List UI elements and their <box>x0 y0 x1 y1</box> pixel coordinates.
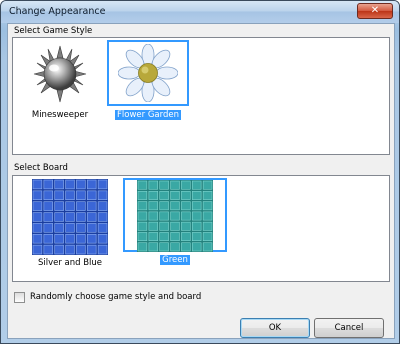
close-icon: ✕ <box>370 5 380 16</box>
dialog-body: Select Game Style Minesweeper Flower Gar… <box>7 23 395 339</box>
board-name: Silver and Blue <box>37 258 103 268</box>
game-style-flower-garden[interactable]: Flower Garden <box>109 44 187 124</box>
random-checkbox-label[interactable]: Randomly choose game style and board <box>30 292 201 302</box>
game-style-label: Select Game Style <box>14 26 93 36</box>
board-label: Select Board <box>14 163 68 173</box>
board-silver-and-blue[interactable]: Silver and Blue <box>27 179 113 269</box>
ok-button[interactable]: OK <box>240 318 310 338</box>
game-style-list: Minesweeper Flower Garden <box>12 37 390 155</box>
green-board-icon <box>137 180 213 252</box>
blue-board-icon <box>32 179 108 255</box>
random-checkbox[interactable] <box>14 292 25 303</box>
game-style-name: Minesweeper <box>31 110 89 120</box>
close-button[interactable]: ✕ <box>357 3 393 19</box>
cancel-button[interactable]: Cancel <box>314 318 384 338</box>
board-green[interactable]: Green <box>125 180 225 270</box>
board-list: Silver and Blue Green <box>12 175 390 282</box>
mine-icon <box>33 45 87 103</box>
change-appearance-dialog: Change Appearance ✕ Select Game Style Mi… <box>0 0 400 344</box>
title-bar: Change Appearance ✕ <box>1 1 399 23</box>
window-title: Change Appearance <box>9 6 106 17</box>
game-style-name: Flower Garden <box>115 110 181 120</box>
flower-icon <box>118 44 178 102</box>
game-style-minesweeper[interactable]: Minesweeper <box>25 44 95 124</box>
board-name: Green <box>160 255 190 265</box>
